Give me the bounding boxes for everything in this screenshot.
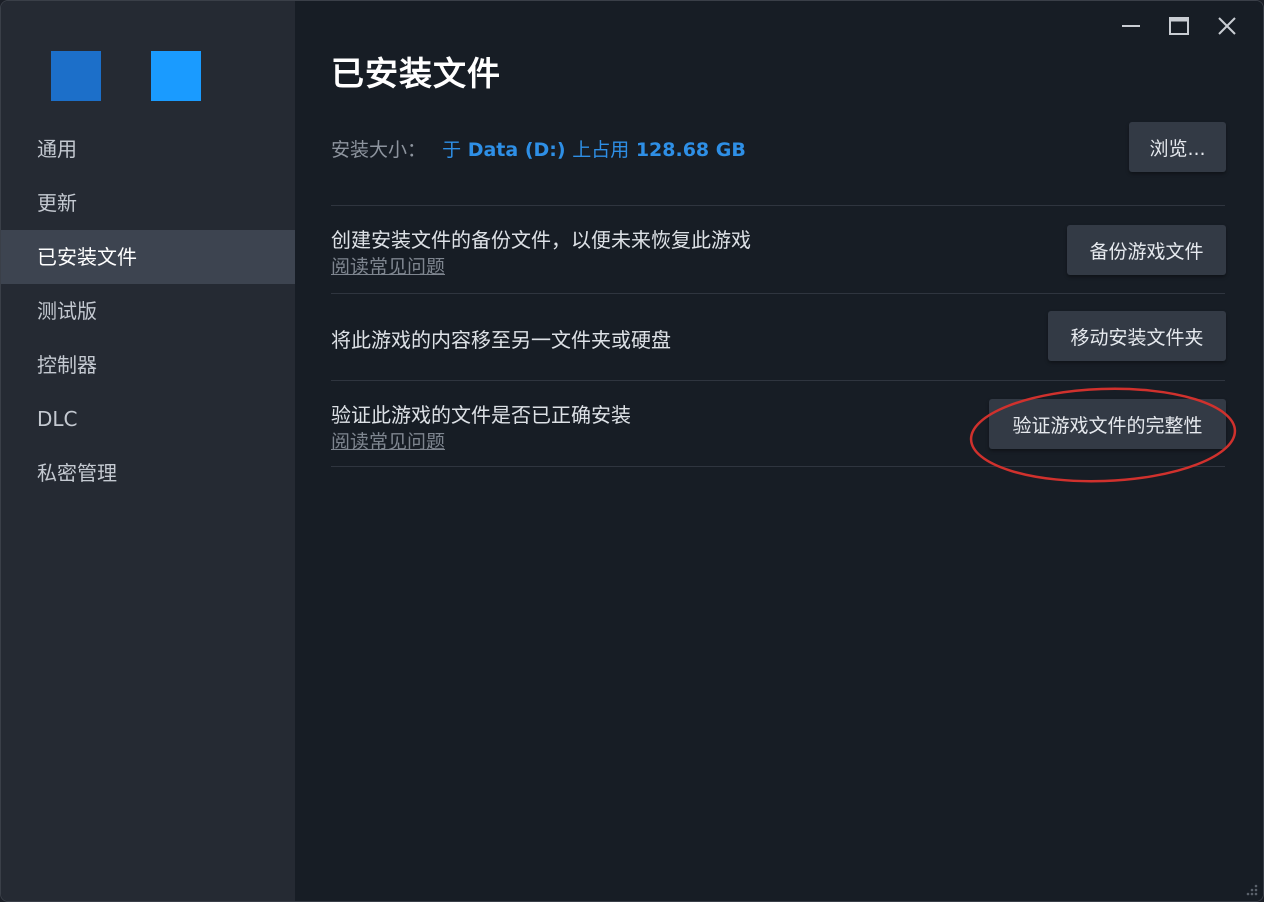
page-title: 已安装文件 bbox=[331, 54, 501, 93]
close-icon bbox=[1218, 17, 1236, 35]
sidebar-item-updates[interactable]: 更新 bbox=[1, 176, 295, 230]
install-size-amount: 128.68 GB bbox=[635, 139, 746, 161]
backup-game-files-button[interactable]: 备份游戏文件 bbox=[1067, 225, 1226, 275]
game-logo-right-block bbox=[151, 51, 201, 101]
install-size-middle: 上占用 bbox=[572, 139, 630, 161]
divider bbox=[331, 466, 1225, 467]
install-size-prefix: 于 bbox=[442, 139, 462, 161]
sidebar-item-controller[interactable]: 控制器 bbox=[1, 338, 295, 392]
divider bbox=[331, 293, 1225, 294]
verify-faq-link[interactable]: 阅读常见问题 bbox=[331, 427, 445, 454]
window-controls bbox=[1107, 11, 1251, 41]
install-size-label: 安装大小： bbox=[331, 139, 427, 161]
maximize-icon bbox=[1169, 17, 1189, 35]
close-button[interactable] bbox=[1203, 11, 1251, 41]
sidebar-item-general[interactable]: 通用 bbox=[1, 122, 295, 176]
browse-button[interactable]: 浏览... bbox=[1129, 122, 1226, 172]
divider bbox=[331, 205, 1225, 206]
backup-description: 创建安装文件的备份文件，以便未来恢复此游戏 bbox=[331, 228, 751, 252]
backup-faq-link[interactable]: 阅读常见问题 bbox=[331, 252, 445, 279]
move-description: 将此游戏的内容移至另一文件夹或硬盘 bbox=[331, 328, 671, 352]
move-install-folder-button[interactable]: 移动安装文件夹 bbox=[1048, 311, 1226, 361]
sidebar-item-dlc[interactable]: DLC bbox=[1, 392, 295, 446]
divider bbox=[331, 380, 1225, 381]
sidebar-nav: 通用 更新 已安装文件 测试版 控制器 DLC 私密管理 bbox=[1, 122, 295, 500]
verify-description: 验证此游戏的文件是否已正确安装 bbox=[331, 403, 631, 427]
install-size-value: 于 Data (D:) 上占用 128.68 GB bbox=[442, 139, 746, 161]
install-drive: Data (D:) bbox=[467, 139, 566, 161]
sidebar-item-privacy[interactable]: 私密管理 bbox=[1, 446, 295, 500]
game-logo-left-block bbox=[51, 51, 101, 101]
properties-window: 通用 更新 已安装文件 测试版 控制器 DLC 私密管理 已安装文件 安装大小：… bbox=[0, 0, 1264, 902]
maximize-button[interactable] bbox=[1155, 11, 1203, 41]
sidebar-item-installed-files[interactable]: 已安装文件 bbox=[1, 230, 295, 284]
install-size-row: 安装大小： 于 Data (D:) 上占用 128.68 GB bbox=[331, 135, 746, 162]
sidebar-item-betas[interactable]: 测试版 bbox=[1, 284, 295, 338]
verify-integrity-button[interactable]: 验证游戏文件的完整性 bbox=[989, 399, 1226, 449]
main-panel: 已安装文件 安装大小： 于 Data (D:) 上占用 128.68 GB 浏览… bbox=[295, 1, 1263, 901]
minimize-icon bbox=[1122, 25, 1140, 27]
sidebar: 通用 更新 已安装文件 测试版 控制器 DLC 私密管理 bbox=[1, 1, 295, 901]
minimize-button[interactable] bbox=[1107, 11, 1155, 41]
resize-grip-icon[interactable] bbox=[1243, 881, 1259, 897]
